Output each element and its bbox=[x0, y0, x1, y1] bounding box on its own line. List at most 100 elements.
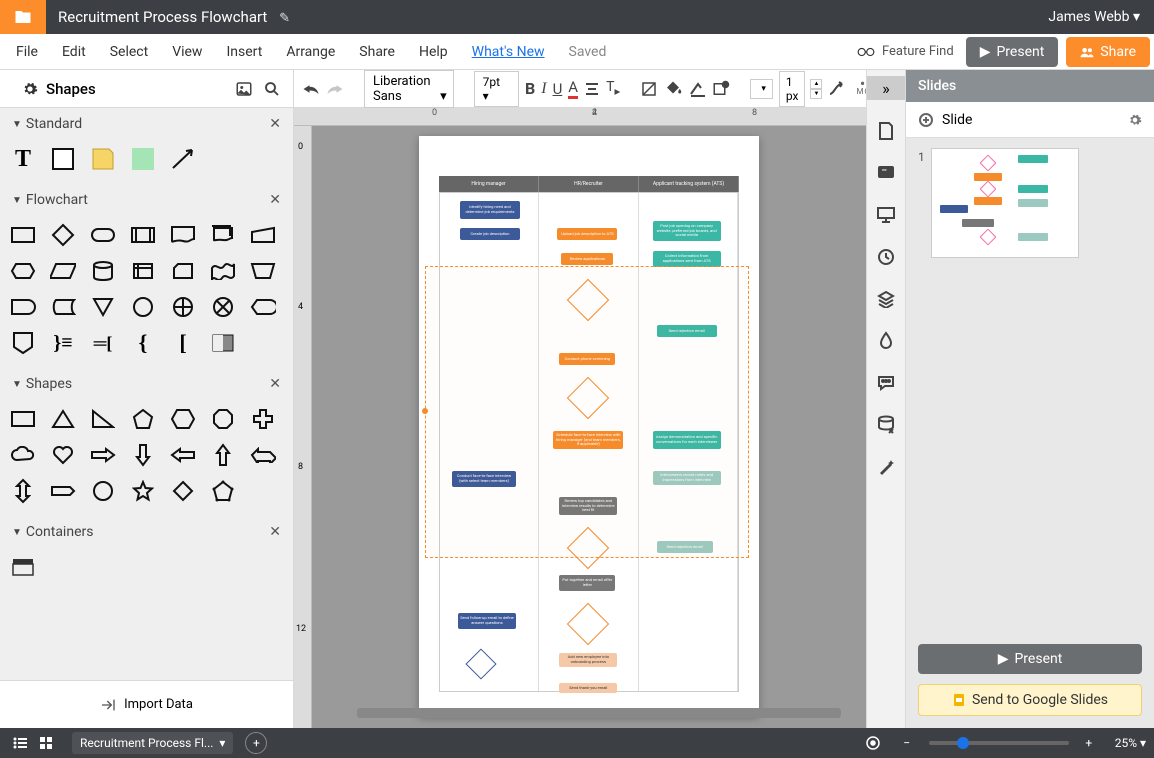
fc-offpage[interactable] bbox=[10, 330, 36, 356]
comment-icon[interactable]: "" bbox=[875, 162, 897, 184]
fc-data[interactable] bbox=[50, 258, 76, 284]
list-view-icon[interactable] bbox=[8, 731, 32, 755]
fc-decision[interactable] bbox=[50, 222, 76, 248]
add-page-button[interactable]: + bbox=[245, 732, 267, 754]
fc-note[interactable]: ═[ bbox=[90, 330, 116, 356]
fc-database[interactable] bbox=[90, 258, 116, 284]
node[interactable]: Send rejection email bbox=[657, 325, 717, 337]
history-icon[interactable] bbox=[875, 246, 897, 268]
border-icon[interactable] bbox=[688, 76, 706, 102]
presentation-icon[interactable] bbox=[875, 204, 897, 226]
fc-brace2[interactable]: { bbox=[130, 330, 156, 356]
sh-arrow-left[interactable] bbox=[170, 442, 196, 468]
bucket-icon[interactable] bbox=[664, 76, 682, 102]
menu-select[interactable]: Select bbox=[98, 36, 160, 68]
shape-block[interactable] bbox=[50, 146, 76, 172]
underline-icon[interactable]: U bbox=[553, 76, 563, 102]
layers-icon[interactable] bbox=[875, 288, 897, 310]
menu-insert[interactable]: Insert bbox=[214, 36, 274, 68]
menu-view[interactable]: View bbox=[160, 36, 214, 68]
app-logo[interactable] bbox=[0, 0, 46, 34]
slide-settings-icon[interactable] bbox=[1128, 113, 1142, 127]
feature-find[interactable]: Feature Find bbox=[856, 44, 954, 59]
sh-arrow-down[interactable] bbox=[130, 442, 156, 468]
fc-bracket[interactable]: [ bbox=[170, 330, 196, 356]
fc-terminator[interactable] bbox=[90, 222, 116, 248]
section-standard[interactable]: ▼ Standard ✕ bbox=[0, 108, 293, 140]
page[interactable]: Hiring manager HR/Recruiter Applicant tr… bbox=[419, 136, 759, 716]
line-style-select[interactable]: ▾ bbox=[750, 79, 773, 99]
zoom-target-icon[interactable] bbox=[861, 731, 885, 755]
chat-icon[interactable] bbox=[875, 372, 897, 394]
fc-card[interactable] bbox=[170, 258, 196, 284]
sh-hexagon[interactable] bbox=[170, 406, 196, 432]
shape-text[interactable]: T bbox=[10, 146, 36, 172]
node[interactable]: Post job opening on company website, pre… bbox=[653, 221, 721, 241]
drop-icon[interactable] bbox=[875, 330, 897, 352]
shapes-settings-icon[interactable] bbox=[12, 81, 38, 97]
page-icon[interactable] bbox=[875, 120, 897, 142]
decision[interactable] bbox=[465, 648, 496, 679]
collapse-panel-icon[interactable]: » bbox=[867, 76, 905, 100]
decision[interactable] bbox=[567, 603, 609, 645]
decision[interactable] bbox=[567, 527, 609, 569]
present-button[interactable]: ▶ Present bbox=[966, 37, 1059, 67]
sh-arrow-ud[interactable] bbox=[10, 478, 36, 504]
send-to-gslides-button[interactable]: Send to Google Slides bbox=[918, 684, 1142, 716]
fc-connector[interactable] bbox=[130, 294, 156, 320]
user-menu[interactable]: James Webb ▾ bbox=[1034, 9, 1154, 25]
zoom-level[interactable]: 25% ▾ bbox=[1115, 736, 1146, 750]
image-icon[interactable] bbox=[225, 80, 253, 98]
sh-octagon[interactable] bbox=[210, 406, 236, 432]
container-swimlane[interactable] bbox=[10, 554, 36, 580]
magic-icon[interactable] bbox=[875, 456, 897, 478]
menu-share[interactable]: Share bbox=[347, 36, 407, 68]
horizontal-scrollbar[interactable] bbox=[357, 708, 841, 718]
fc-manualloop[interactable] bbox=[250, 258, 276, 284]
node[interactable]: Identify hiring need and determine job r… bbox=[460, 201, 520, 219]
menu-help[interactable]: Help bbox=[407, 36, 460, 68]
font-select[interactable]: Liberation Sans▾ bbox=[364, 70, 454, 108]
menu-arrange[interactable]: Arrange bbox=[274, 36, 347, 68]
lane-hr[interactable]: Upload job description to ATS Review app… bbox=[539, 193, 638, 691]
shape-hotspot[interactable] bbox=[130, 146, 156, 172]
fc-storeddata[interactable] bbox=[50, 294, 76, 320]
text-more-icon[interactable]: T▸ bbox=[606, 76, 620, 102]
document-title[interactable]: Recruitment Process Flowchart bbox=[58, 8, 267, 26]
node[interactable]: Send rejection email bbox=[657, 541, 713, 553]
node[interactable]: Upload job description to ATS bbox=[557, 228, 617, 240]
sh-polygon[interactable] bbox=[210, 478, 236, 504]
add-slide-button[interactable]: Slide bbox=[906, 102, 1154, 138]
fc-process[interactable] bbox=[10, 222, 36, 248]
fc-display[interactable] bbox=[250, 294, 276, 320]
section-containers[interactable]: ▼ Containers ✕ bbox=[0, 516, 293, 548]
slides-present-button[interactable]: ▶ Present bbox=[918, 644, 1142, 674]
fc-internalstorage[interactable] bbox=[130, 258, 156, 284]
node[interactable]: Schedule face-to-face interview with hir… bbox=[553, 431, 623, 449]
italic-icon[interactable]: I bbox=[541, 76, 546, 102]
selection-handle[interactable] bbox=[422, 408, 428, 414]
canvas[interactable]: Hiring manager HR/Recruiter Applicant tr… bbox=[312, 126, 866, 728]
rename-icon[interactable]: ✎ bbox=[279, 11, 290, 26]
line-arrow-icon[interactable] bbox=[828, 76, 848, 102]
menu-file[interactable]: File bbox=[4, 36, 50, 68]
node[interactable]: Assign demonstration and specific conver… bbox=[653, 431, 721, 449]
section-flowchart[interactable]: ▼ Flowchart ✕ bbox=[0, 184, 293, 216]
font-size-select[interactable]: 7pt ▾ bbox=[474, 71, 519, 107]
fc-brace[interactable]: }≡ bbox=[50, 330, 76, 356]
sh-star[interactable] bbox=[130, 478, 156, 504]
sh-cloud[interactable] bbox=[10, 442, 36, 468]
lane-hiring-manager[interactable]: Identify hiring need and determine job r… bbox=[440, 193, 539, 691]
fc-preparation[interactable] bbox=[10, 258, 36, 284]
sh-triangle[interactable] bbox=[50, 406, 76, 432]
node[interactable]: Conduct face-to-face interview (with sel… bbox=[452, 471, 516, 487]
sh-heart[interactable] bbox=[50, 442, 76, 468]
fc-merge[interactable] bbox=[90, 294, 116, 320]
close-icon[interactable]: ✕ bbox=[269, 192, 281, 208]
node[interactable]: Interviewers record notes and impression… bbox=[653, 471, 721, 485]
line-width-spinner[interactable]: ▲▼ bbox=[810, 79, 822, 99]
lane-ats[interactable]: Post job opening on company website, pre… bbox=[639, 193, 738, 691]
node[interactable]: Review applications bbox=[561, 253, 613, 265]
sh-arrow-lr[interactable] bbox=[250, 442, 276, 468]
shape-note[interactable] bbox=[90, 146, 116, 172]
